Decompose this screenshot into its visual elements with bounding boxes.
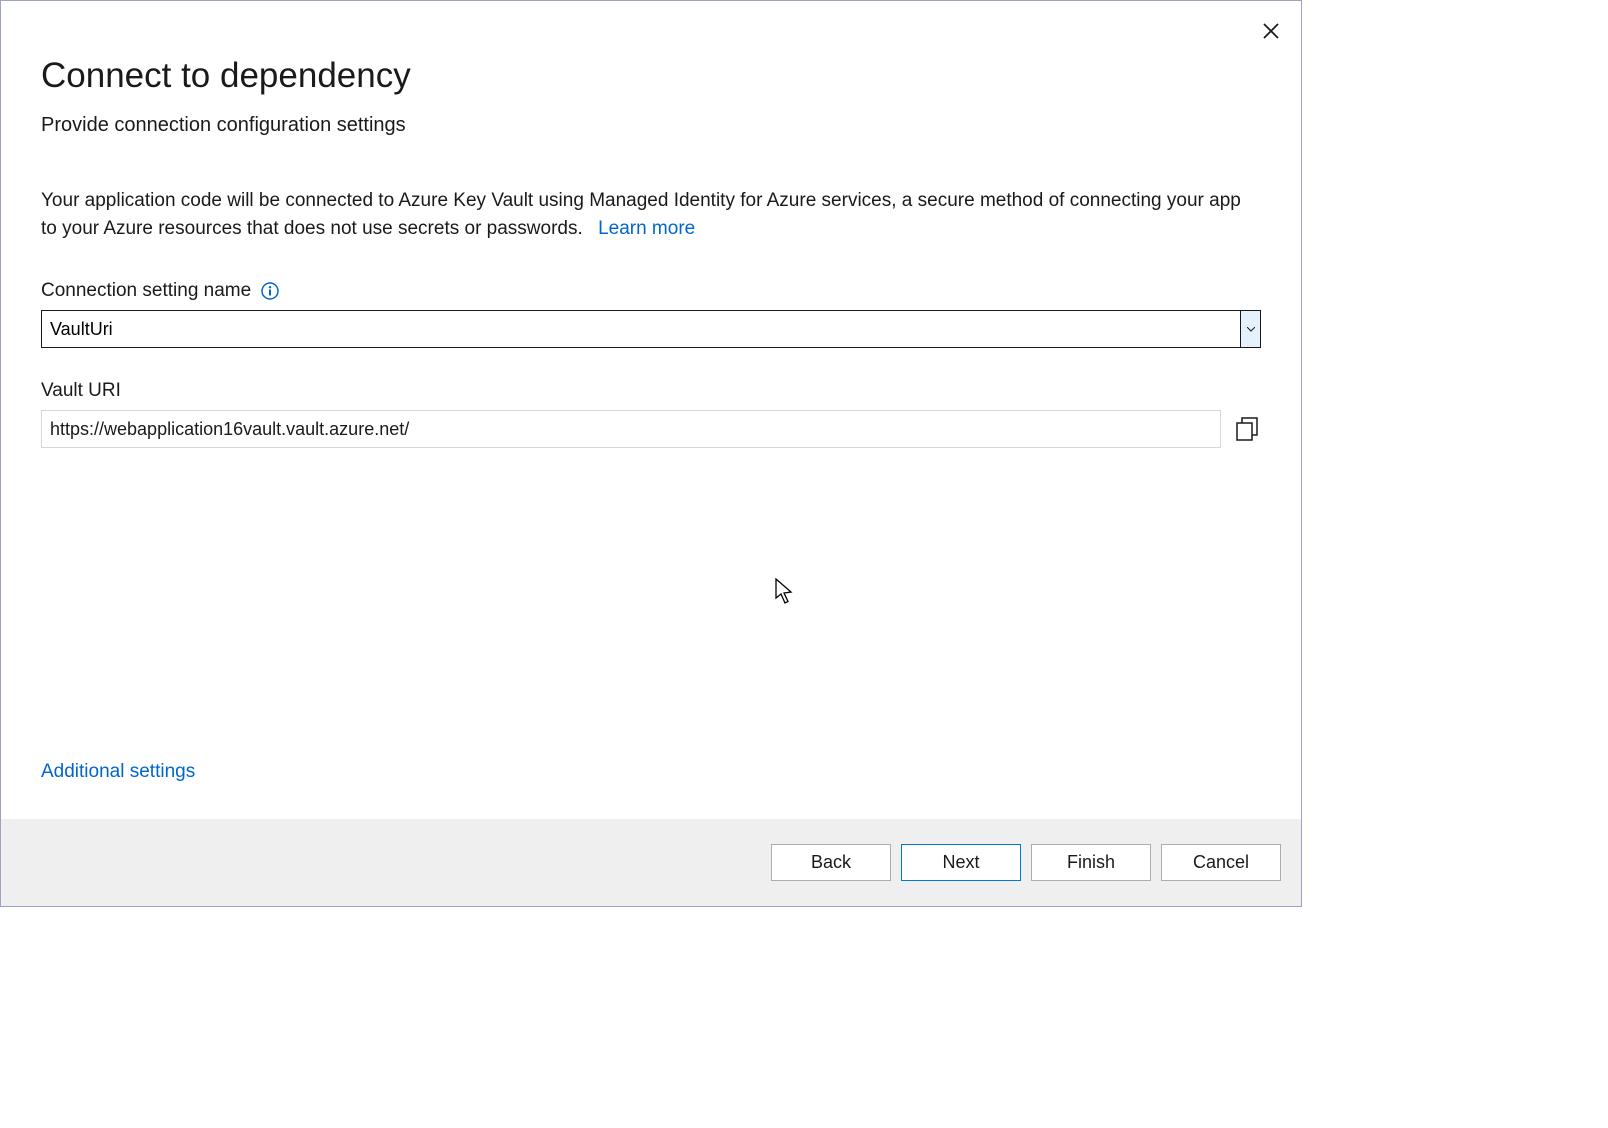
vault-uri-value: https://webapplication16vault.vault.azur… — [41, 410, 1221, 448]
close-icon — [1262, 22, 1280, 40]
connection-name-label-text: Connection setting name — [41, 280, 251, 302]
copy-icon — [1234, 416, 1260, 442]
connection-name-label: Connection setting name — [41, 280, 1261, 302]
dialog-subtitle: Provide connection configuration setting… — [41, 114, 1261, 137]
dialog-title: Connect to dependency — [41, 56, 1261, 96]
cancel-button[interactable]: Cancel — [1161, 844, 1281, 881]
additional-settings-link[interactable]: Additional settings — [41, 761, 1261, 783]
close-button[interactable] — [1259, 19, 1283, 43]
content-spacer — [41, 468, 1261, 761]
next-button[interactable]: Next — [901, 844, 1021, 881]
connection-name-combobox[interactable] — [41, 310, 1261, 348]
connection-name-input[interactable] — [42, 311, 1240, 347]
finish-button[interactable]: Finish — [1031, 844, 1151, 881]
connection-name-dropdown-button[interactable] — [1240, 311, 1260, 347]
vault-uri-field-wrapper: Vault URI https://webapplication16vault.… — [41, 380, 1261, 448]
vault-uri-row: https://webapplication16vault.vault.azur… — [41, 410, 1261, 448]
info-icon[interactable] — [261, 282, 279, 300]
copy-button[interactable] — [1233, 415, 1261, 443]
dialog-description: Your application code will be connected … — [41, 187, 1261, 242]
dialog-window: Connect to dependency Provide connection… — [0, 0, 1302, 907]
connection-name-field-wrapper: Connection setting name — [41, 280, 1261, 348]
dialog-footer: Back Next Finish Cancel — [1, 819, 1301, 906]
learn-more-link[interactable]: Learn more — [598, 218, 695, 239]
chevron-down-icon — [1247, 327, 1255, 332]
back-button[interactable]: Back — [771, 844, 891, 881]
vault-uri-label-text: Vault URI — [41, 380, 121, 402]
vault-uri-label: Vault URI — [41, 380, 1261, 402]
dialog-content: Connect to dependency Provide connection… — [1, 1, 1301, 819]
